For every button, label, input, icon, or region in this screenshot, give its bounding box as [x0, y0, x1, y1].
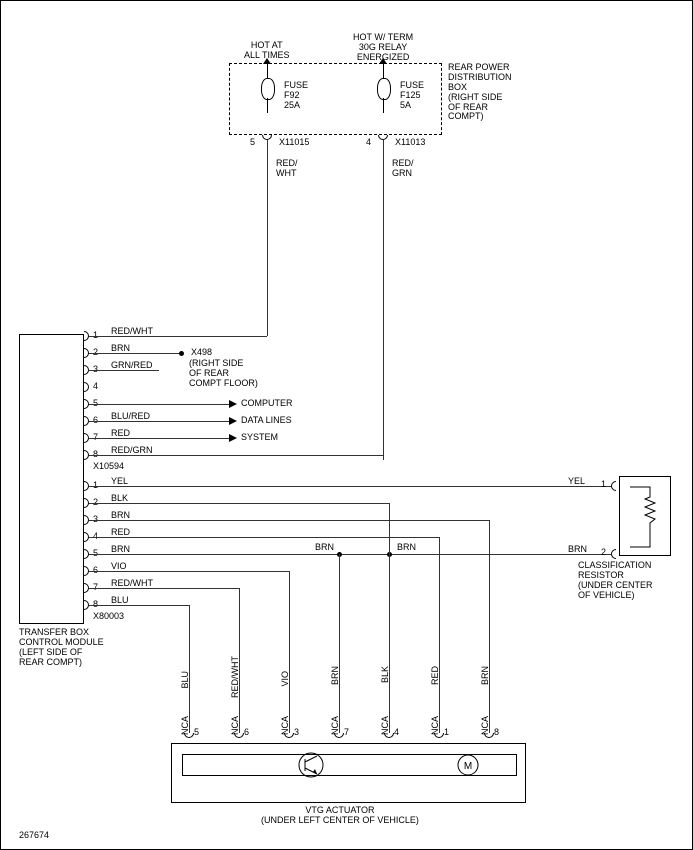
conn-x11015: X11015 — [279, 138, 309, 148]
label-redgrn: RED/ GRN — [392, 159, 414, 179]
classification-resistor-box — [619, 476, 671, 556]
conn-x11013: X11013 — [395, 138, 425, 148]
wire-x10594-7 — [89, 438, 229, 439]
wire-lbl-b5: BRN — [111, 545, 130, 555]
wire-lbl-a6: BLU/RED — [111, 412, 150, 422]
x10594-pin4-n: 4 — [93, 382, 98, 392]
ground-label: (RIGHT SIDE OF REAR COMPT FLOOR) — [189, 359, 258, 389]
vtg-w-3: VIO — [281, 671, 291, 687]
cr-pin1: 1 — [601, 480, 606, 490]
vtg-v-1 — [189, 605, 190, 733]
conn-x10594: X10594 — [93, 462, 124, 472]
wire-lbl-b3: BRN — [111, 511, 130, 521]
brn-mid-l: BRN — [315, 543, 334, 553]
label-fuse-f125: FUSE F125 5A — [400, 81, 424, 111]
wire-lbl-a3: GRN/RED — [111, 361, 153, 371]
label-fuse-f92: FUSE F92 25A — [284, 81, 308, 111]
cr-brn: BRN — [568, 545, 587, 555]
vtg-v-4 — [339, 554, 340, 733]
label-computer: COMPUTER — [241, 399, 293, 409]
transfer-module — [19, 334, 84, 624]
arrow-system — [229, 434, 237, 442]
wire-x80003-2 — [89, 503, 389, 504]
vtg-v-6 — [439, 537, 440, 733]
vtg-v-5 — [389, 503, 390, 733]
cr-pin2: 2 — [601, 548, 606, 558]
vtg-w-6: RED — [431, 666, 441, 685]
wire-lbl-b2: BLK — [111, 494, 128, 504]
footer-id: 267674 — [19, 831, 49, 841]
pin5-num: 5 — [250, 138, 255, 148]
vtg-w-5: BLK — [381, 666, 391, 683]
wire-x80003-3 — [89, 520, 489, 521]
svg-text:M: M — [464, 761, 472, 772]
vtg-n-2: 6 — [244, 728, 249, 738]
conn-x80003: X80003 — [93, 612, 124, 622]
vtg-n-3: 3 — [294, 728, 299, 738]
fuse-f125-symbol — [377, 63, 389, 113]
vtg-v-7 — [489, 520, 490, 733]
ground-conn: X498 — [191, 348, 212, 358]
wire-lbl-b8: BLU — [111, 596, 129, 606]
wire-lbl-b4: RED — [111, 528, 130, 538]
vtg-n-5: 4 — [394, 728, 399, 738]
arrow-computer — [229, 400, 237, 408]
label-datalines: DATA LINES — [241, 416, 292, 426]
vtg-w-7: BRN — [481, 666, 491, 685]
cr-label: CLASSIFICATION RESISTOR (UNDER CENTER OF… — [578, 561, 653, 601]
wire-x80003-1 — [89, 486, 611, 487]
wire-x80003-8 — [89, 605, 189, 606]
label-redwht: RED/ WHT — [276, 159, 298, 179]
vtg-n-6: 1 — [444, 728, 449, 738]
vtg-n-7: 8 — [494, 728, 499, 738]
vtg-label: VTG ACTUATOR (UNDER LEFT CENTER OF VEHIC… — [261, 806, 419, 826]
brn-mid-r: BRN — [397, 543, 416, 553]
wire-lbl-a8: RED/GRN — [111, 446, 153, 456]
vtg-actuator-box: M — [171, 743, 526, 803]
wire-lbl-b6: VIO — [111, 562, 127, 572]
vtg-n-4: 7 — [344, 728, 349, 738]
cr-yel: YEL — [568, 477, 585, 487]
wire-x10594-6 — [89, 421, 229, 422]
transistor-icon — [297, 751, 325, 779]
vtg-w-2: RED/WHT — [231, 656, 241, 698]
wire-x10594-5 — [89, 404, 229, 405]
vtg-n-1: 5 — [194, 728, 199, 738]
wiring-diagram: HOT AT ALL TIMES HOT W/ TERM 30G RELAY E… — [0, 0, 693, 850]
wire-x10594-2 — [89, 353, 182, 354]
vtg-v-3 — [289, 571, 290, 733]
wire-lbl-b7: RED/WHT — [111, 579, 153, 589]
fuse-f92-symbol — [261, 63, 273, 113]
pin4-num: 4 — [366, 138, 371, 148]
wire-x80003-5 — [89, 554, 611, 555]
wire-lbl-a7: RED — [111, 429, 130, 439]
vtg-w-4: BRN — [331, 666, 341, 685]
wire-redgrn-vert — [383, 140, 384, 460]
label-system: SYSTEM — [241, 433, 278, 443]
wire-lbl-a1: RED/WHT — [111, 327, 153, 337]
motor-icon: M — [457, 754, 479, 776]
wire-x80003-4 — [89, 537, 439, 538]
wire-lbl-a2: BRN — [111, 344, 130, 354]
resistor-icon — [620, 477, 672, 557]
wire-redwht-vert — [267, 140, 268, 336]
label-transfer-module: TRANSFER BOX CONTROL MODULE (LEFT SIDE O… — [19, 628, 104, 668]
ground-node — [179, 351, 184, 356]
vtg-w-1: BLU — [181, 671, 191, 689]
wire-lbl-b1: YEL — [111, 477, 128, 487]
arrow-datalines — [229, 417, 237, 425]
label-fuse-box: REAR POWER DISTRIBUTION BOX (RIGHT SIDE … — [448, 63, 512, 122]
